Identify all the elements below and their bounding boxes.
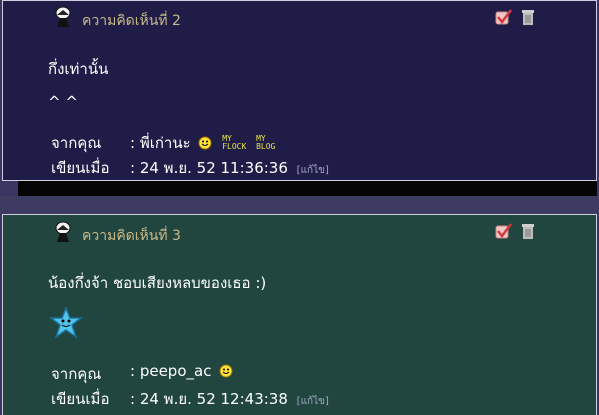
date-value-row: : 24 พ.ย. 52 11:36:36 [แก้ไข] [130,156,329,180]
from-value-row: : peepo_ac [130,362,233,380]
from-label: จากคุณ [51,134,102,152]
smiley-icon [219,364,233,378]
date-value: : 24 พ.ย. 52 11:36:36 [130,159,288,177]
date-label: เขียนเมื่อ [51,390,110,408]
myflock-badge[interactable]: MY FLOCK [222,135,246,151]
from-value: : peepo_ac [130,362,212,380]
from-value-row: : พี่เก่านะ MY FLOCK MY BLOG [130,131,275,155]
edit-link[interactable]: [แก้ไข] [297,396,329,407]
divider [0,196,599,214]
edit-link[interactable]: [แก้ไข] [297,165,329,176]
from-label: จากคุณ [51,365,102,383]
date-value: : 24 พ.ย. 52 12:43:38 [130,390,288,408]
comment-title: ความคิดเห็นที่ 2 [82,13,181,29]
card-shadow [18,181,597,196]
smiley-icon [198,136,212,150]
comment-message-line: ^ ^ [48,93,78,111]
check-icon[interactable] [495,222,513,240]
avatar-icon [55,221,71,242]
date-label: เขียนเมื่อ [51,159,110,177]
from-value: : พี่เก่านะ [130,134,191,152]
comment-tools [495,8,537,26]
check-icon[interactable] [495,8,513,26]
comment-message-line: กึ่งเท่านั้น [48,60,109,78]
avatar-icon [55,6,71,27]
comment-title: ความคิดเห็นที่ 3 [82,228,181,244]
date-value-row: : 24 พ.ย. 52 12:43:38 [แก้ไข] [130,387,329,411]
star-emoticon-icon [49,306,83,339]
comment-message-line: น้องกึ่งจ้า ชอบเสียงหลบของเธอ :) [48,274,267,292]
comment-tools [495,222,537,240]
myblog-badge[interactable]: MY BLOG [256,135,275,151]
trash-icon[interactable] [519,8,537,26]
trash-icon[interactable] [519,222,537,240]
